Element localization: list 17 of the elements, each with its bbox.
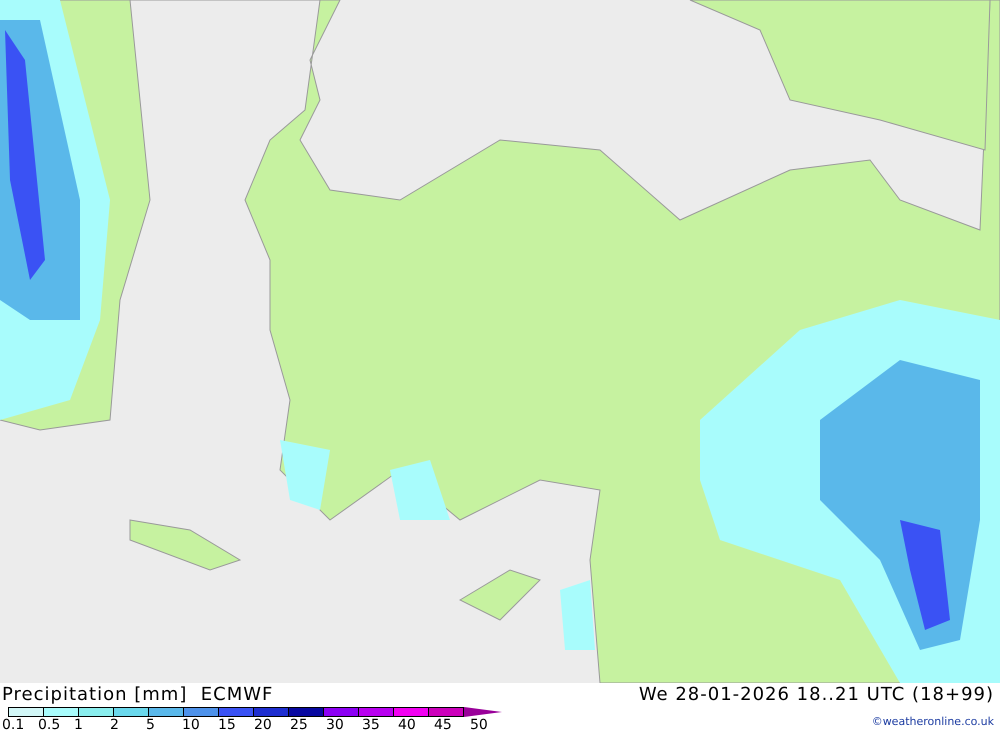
legend-label: 1	[74, 717, 84, 733]
legend-label: 50	[470, 717, 489, 733]
legend-label: 0.1	[2, 717, 26, 733]
credit-link[interactable]: ©weatheronline.co.uk	[872, 715, 994, 728]
legend-label: 30	[326, 717, 345, 733]
legend-label: 20	[254, 717, 273, 733]
legend-label: 15	[218, 717, 237, 733]
map-title: Precipitation [mm] ECMWF	[2, 683, 274, 707]
valid-time: We 28-01-2026 18..21 UTC (18+99)	[638, 683, 994, 707]
legend-label: 2	[110, 717, 120, 733]
legend-label: 45	[434, 717, 453, 733]
legend-label: 25	[290, 717, 309, 733]
legend-label: 0.5	[38, 717, 62, 733]
legend-label: 10	[182, 717, 201, 733]
legend-label: 35	[362, 717, 381, 733]
legend-label: 40	[398, 717, 417, 733]
legend-label: 5	[146, 717, 156, 733]
